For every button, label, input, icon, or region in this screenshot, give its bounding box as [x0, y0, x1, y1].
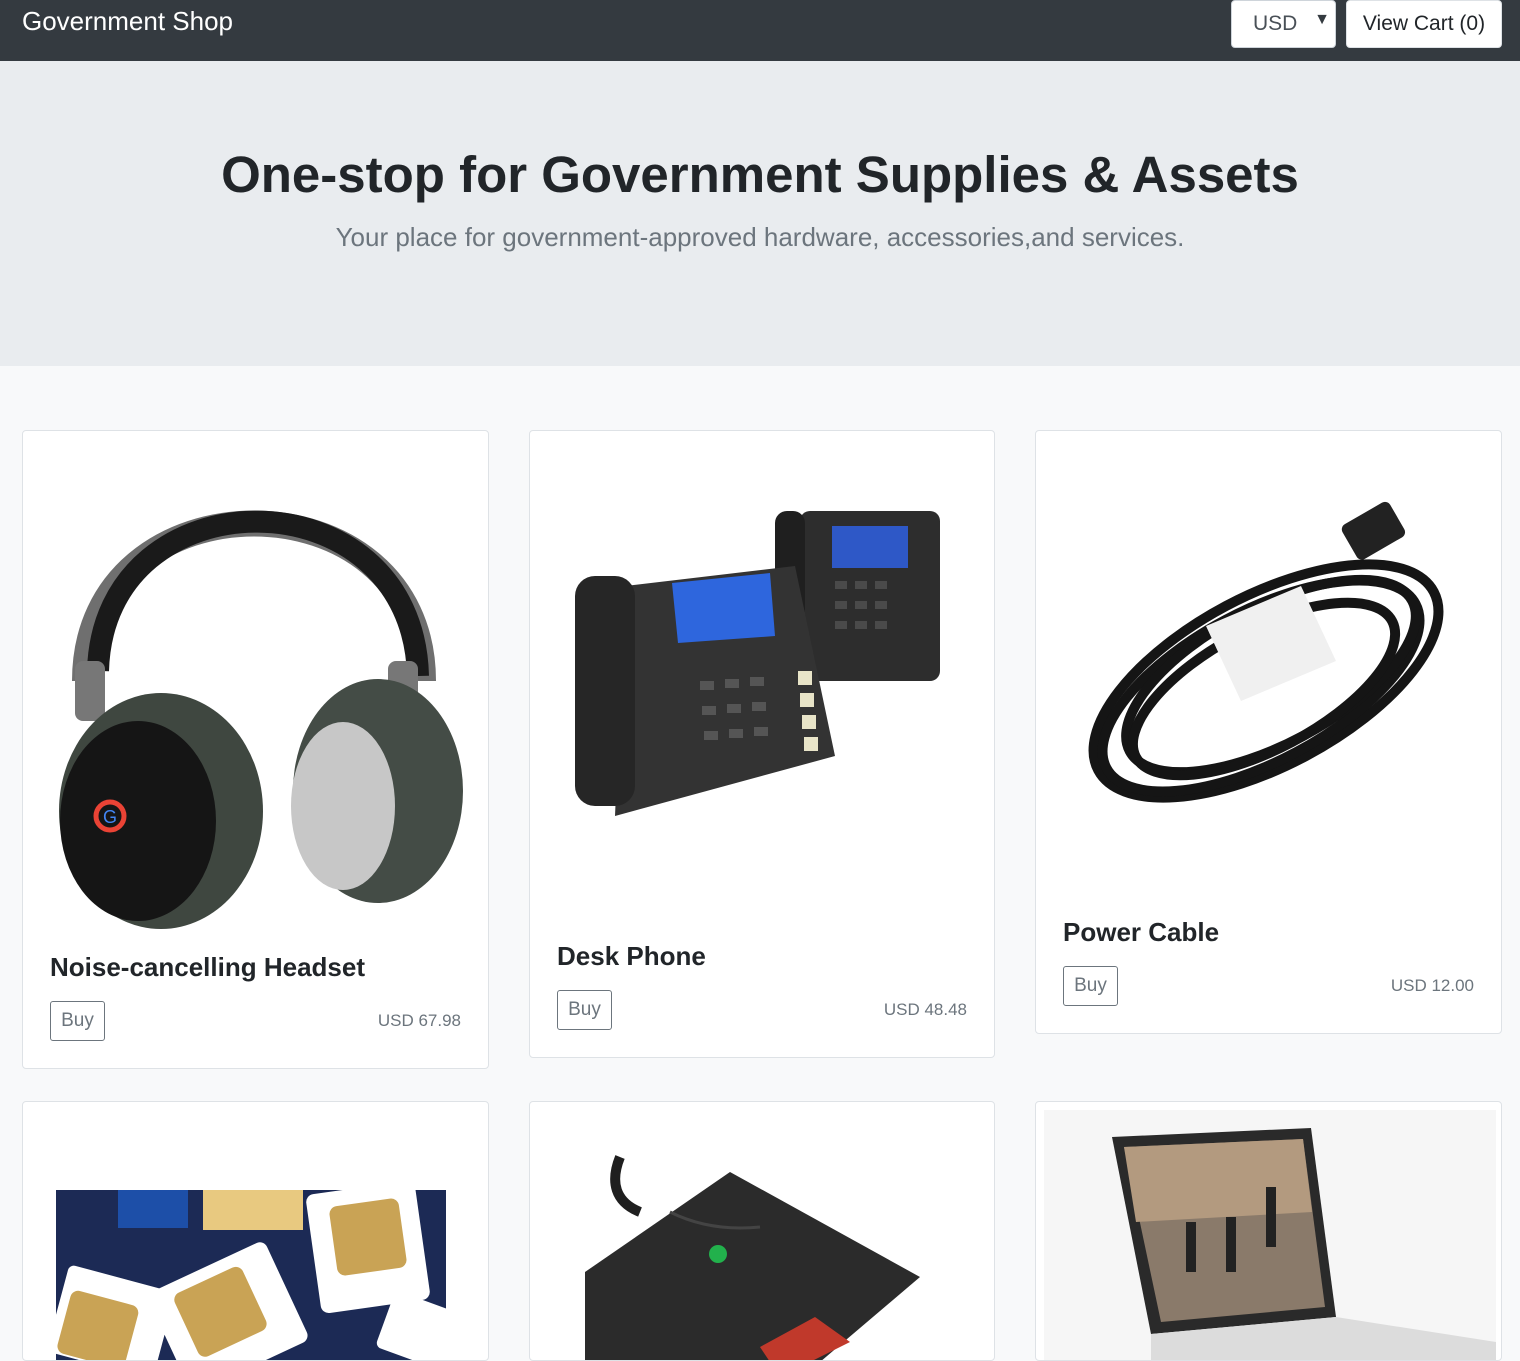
hero-subtitle: Your place for government-approved hardw… [335, 222, 1185, 252]
product-card: Power Cable Buy USD 12.00 [1035, 430, 1502, 1034]
product-title[interactable]: Desk Phone [557, 941, 706, 972]
currency-select[interactable]: USD ▼ [1231, 0, 1336, 48]
currency-value: USD [1253, 12, 1298, 35]
navbar: Government Shop USD ▼ View Cart (0) [0, 0, 1520, 61]
brand-link[interactable]: Government Shop [22, 6, 233, 37]
hero-banner: One-stop for Government Supplies & Asset… [0, 61, 1520, 366]
sim-cards-icon[interactable] [23, 1102, 488, 1361]
headset-icon[interactable]: G [23, 431, 488, 931]
desk-phone-icon[interactable] [530, 431, 994, 921]
svg-text:G: G [103, 807, 117, 827]
product-card: G Noise-cancelling Headset Buy USD 67.98 [22, 430, 489, 1069]
product-title[interactable]: Power Cable [1063, 917, 1219, 948]
view-cart-button[interactable]: View Cart (0) [1346, 0, 1502, 48]
product-price: USD 67.98 [377, 1011, 461, 1030]
product-title[interactable]: Noise-cancelling Headset [50, 952, 365, 983]
card-reader-icon[interactable] [530, 1102, 994, 1361]
buy-button[interactable]: Buy [1063, 966, 1118, 1006]
buy-button[interactable]: Buy [557, 990, 612, 1030]
product-card [1035, 1101, 1502, 1361]
buy-button[interactable]: Buy [50, 1001, 105, 1041]
product-card [22, 1101, 489, 1361]
chevron-down-icon: ▼ [1314, 11, 1330, 28]
product-card: Desk Phone Buy USD 48.48 [529, 430, 995, 1058]
hero-title: One-stop for Government Supplies & Asset… [221, 146, 1299, 203]
product-price: USD 48.48 [883, 1000, 967, 1019]
power-cable-icon[interactable] [1036, 431, 1501, 901]
product-price: USD 12.00 [1390, 976, 1474, 995]
laptop-icon[interactable] [1036, 1102, 1501, 1361]
product-card [529, 1101, 995, 1361]
